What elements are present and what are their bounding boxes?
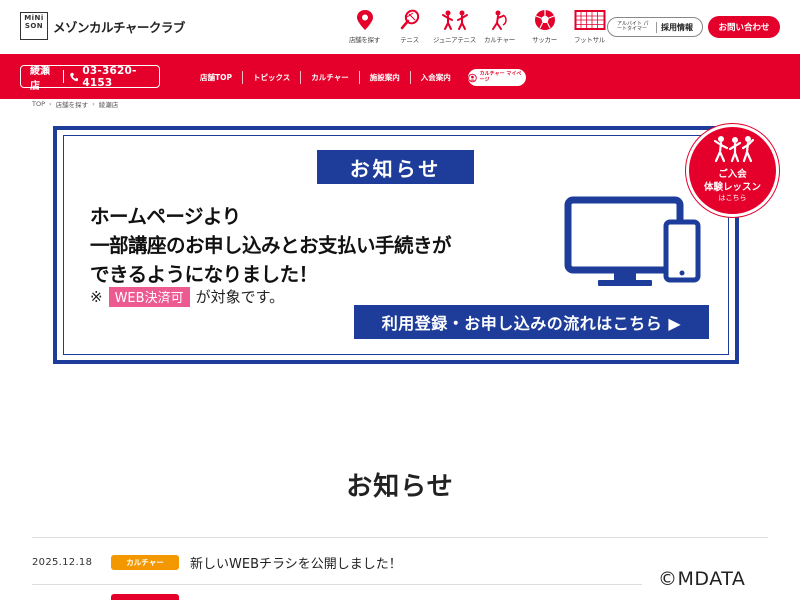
store-phone-box[interactable]: 綾瀬店 03-3620-4153 [20,64,160,92]
breadcrumb-store-search[interactable]: 店舗を探す [56,99,89,109]
store-name: 綾瀬店 [30,65,50,92]
site-header: MiNi SON メゾンカルチャークラブ 店舗を探す テニス ジュニアテニス カ… [0,0,800,54]
news-category-tag-partial [111,594,179,600]
site-logo[interactable]: MiNi SON メゾンカルチャークラブ [20,12,185,40]
culture-icon [491,10,507,30]
store-main-nav: 店舗TOP トピックス カルチャー 施設案内 入会案内 カルチャー マイページ [190,69,526,86]
banner-line: 一部講座のお申し込みとお支払い手続きが [90,234,452,257]
culture-mypage-button[interactable]: カルチャー マイページ [467,69,526,86]
contact-button[interactable]: お問い合わせ [708,16,780,38]
banner-title: お知らせ [317,150,474,184]
nav-topics[interactable]: トピックス [242,71,300,84]
chevron-right-icon: › [49,100,52,108]
breadcrumb: TOP › 店舗を探す › 綾瀬店 [32,99,118,109]
store-phone: 03-3620-4153 [82,64,137,89]
category-label: ジュニアテニス [433,36,476,44]
banner-note: ※ WEB決済可 が対象です。 [90,286,284,307]
recruit-button[interactable]: アルバイト パートタイマー 採用情報 [607,17,703,37]
tennis-icon [400,9,419,30]
recruit-subtitle: アルバイト パートタイマー [617,21,657,33]
category-tennis[interactable]: テニス [387,9,432,44]
nav-store-top[interactable]: 店舗TOP [190,71,242,84]
news-heading: お知らせ [346,472,454,502]
map-pin-icon [356,10,373,30]
category-store-search[interactable]: 店舗を探す [342,9,387,44]
category-futsal[interactable]: フットサル [567,9,612,44]
news-date: 2025.12.18 [32,556,93,568]
divider [63,70,65,83]
web-payment-badge: WEB決済可 [108,286,190,307]
divider [32,537,768,538]
soccer-ball-icon [534,10,555,30]
recruit-label: 採用情報 [661,22,693,32]
news-category-tag: カルチャー [111,554,179,570]
trial-line3: はこちら [718,194,747,202]
notice-banner[interactable]: お知らせ ホームページより 一部講座のお申し込みとお支払い手続きが できるように… [53,126,739,364]
registration-flow-button[interactable]: 利用登録・お申し込みの流れはこちら ▶ [354,305,709,339]
category-label: 店舗を探す [348,36,380,44]
chevron-right-icon: › [92,100,95,108]
note-prefix: ※ [90,287,103,306]
trial-line2: 体験レッスン [703,182,761,193]
nav-membership[interactable]: 入会案内 [409,71,461,84]
mypage-label: カルチャー マイページ [479,71,522,83]
note-suffix: が対象です。 [195,288,285,306]
breadcrumb-top[interactable]: TOP [32,100,45,108]
banner-line: できるようになりました！ [90,263,318,286]
futsal-goal-icon [574,10,605,30]
people-silhouette-icon [713,136,755,163]
trial-lesson-badge[interactable]: ご入会 体験レッスン はこちら [686,124,779,217]
news-item[interactable]: 2025.12.18 カルチャー 新しいWEBチラシを公開しました！ [32,548,642,576]
category-label: フットサル [573,36,605,44]
phone-icon [70,72,79,81]
copyright-watermark: ©MDATA [658,568,746,590]
logo-text: メゾンカルチャークラブ [53,19,185,35]
banner-message: ホームページより 一部講座のお申し込みとお支払い手続きが できるようになりました… [90,202,452,289]
nav-facilities[interactable]: 施設案内 [358,71,410,84]
user-icon [467,73,477,82]
category-nav: 店舗を探す テニス ジュニアテニス カルチャー サッカー フットサル [342,9,612,44]
category-soccer[interactable]: サッカー [522,9,567,44]
store-nav-bar: 綾瀬店 03-3620-4153 店舗TOP トピックス カルチャー 施設案内 … [0,54,800,99]
logo-mark: MiNi SON [20,12,48,40]
category-culture[interactable]: カルチャー [477,9,522,44]
category-junior-tennis[interactable]: ジュニアテニス [432,9,477,44]
banner-line: ホームページより [90,205,241,228]
monitor-smartphone-icon [564,196,701,286]
junior-tennis-icon [441,10,468,30]
news-title: 新しいWEBチラシを公開しました！ [190,556,402,572]
trial-line1: ご入会 [718,169,747,180]
nav-culture[interactable]: カルチャー [300,71,358,84]
category-label: サッカー [532,36,557,44]
divider [32,584,642,585]
category-label: カルチャー [484,36,515,44]
category-label: テニス [400,36,419,44]
breadcrumb-current: 綾瀬店 [98,101,119,109]
